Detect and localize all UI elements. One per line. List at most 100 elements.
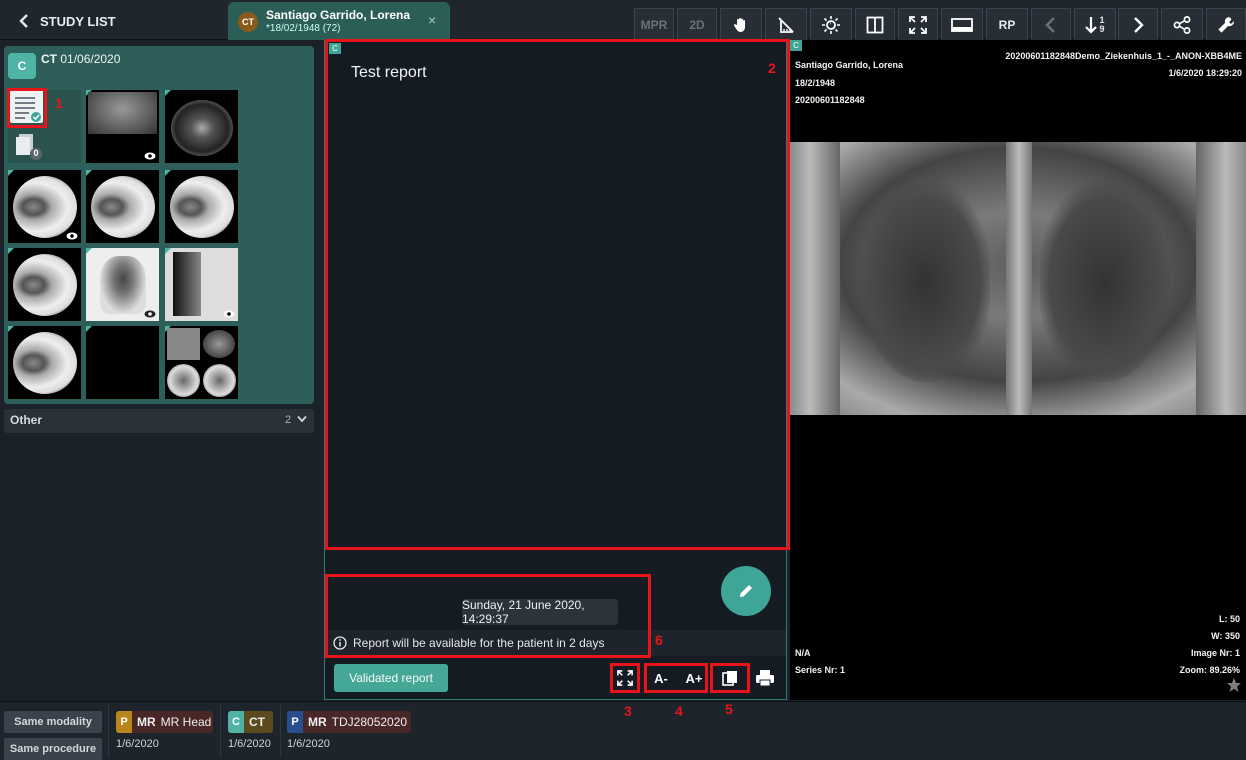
thumbnail-empty[interactable]	[86, 326, 159, 399]
other-label: Other	[10, 413, 43, 427]
overlay-zoom: Zoom: 89.26%	[1179, 665, 1240, 675]
overlay-patient-name: Santiago Garrido, Lorena	[795, 60, 904, 70]
star-icon[interactable]	[1226, 677, 1242, 693]
prior-study-1[interactable]: P MR MR Head	[116, 711, 213, 733]
share-button[interactable]	[1161, 8, 1203, 40]
prior-study-2[interactable]: C CT	[228, 711, 273, 733]
pan-button[interactable]	[720, 8, 762, 40]
measure-button[interactable]	[765, 8, 807, 40]
overlay-level: L: 50	[1218, 614, 1240, 624]
thumbnail-coronal[interactable]	[86, 248, 159, 321]
overlay-study-description: 20200601182848Demo_Ziekenhuis_1_-_ANON-X…	[1005, 51, 1242, 61]
lung-field	[1040, 182, 1170, 382]
chevron-left-icon	[19, 14, 28, 28]
overlay-image-nr: Image Nr: 1	[1190, 648, 1240, 658]
arm-shadow	[790, 142, 840, 415]
study-modality: CT	[41, 52, 57, 66]
scout-image	[88, 92, 157, 134]
eye-icon	[144, 310, 156, 318]
lung-field	[860, 182, 990, 382]
prior-badge: C	[228, 711, 244, 733]
annotation-number: 3	[624, 703, 632, 719]
overlay-patient-id: 20200601182848	[795, 95, 865, 105]
thumbnail-lung-2[interactable]	[86, 170, 159, 243]
mosaic-cell	[167, 364, 200, 397]
same-procedure-button[interactable]: Same procedure	[4, 738, 102, 760]
fullscreen-button[interactable]	[898, 8, 938, 40]
next-button[interactable]	[1118, 8, 1158, 40]
prior-modality: MR	[137, 715, 156, 729]
thumbnail-lung-5[interactable]	[8, 326, 81, 399]
patient-tab[interactable]: CT Santiago Garrido, Lorena *18/02/1948 …	[228, 2, 450, 40]
annotation-number: 2	[768, 60, 776, 76]
thumbnail-mosaic[interactable]	[165, 326, 238, 399]
prior-date: 1/6/2020	[228, 738, 271, 750]
modality-avatar: CT	[238, 12, 258, 32]
edit-report-button[interactable]	[721, 566, 771, 616]
series-sort-button[interactable]: 1 9	[1074, 8, 1116, 40]
attachment-count: 0	[33, 148, 39, 158]
share-icon	[1173, 15, 1191, 34]
divider	[108, 705, 109, 757]
annotation-box-5	[710, 663, 750, 693]
prior-study-3[interactable]: P MR TDJ28052020	[287, 711, 411, 733]
prior-modality: CT	[249, 715, 265, 729]
mpr-button[interactable]: MPR	[634, 8, 674, 40]
mosaic-cell	[203, 330, 235, 358]
other-count: 2	[285, 414, 307, 426]
2d-label: 2D	[689, 17, 705, 32]
study-list-button[interactable]: STUDY LIST	[18, 10, 116, 32]
viewport-corner-badge: C	[790, 40, 802, 51]
image-viewport[interactable]: C Santiago Garrido, Lorena 18/2/1948 202…	[790, 40, 1246, 700]
layout-button[interactable]	[855, 8, 895, 40]
attachments-button[interactable]: 0	[12, 130, 44, 162]
thumbnail-lung-3[interactable]	[165, 170, 238, 243]
arm-shadow	[1196, 142, 1246, 415]
overlay-series-nr: Series Nr: 1	[795, 665, 846, 675]
window-level-button[interactable]	[810, 8, 852, 40]
prior-description: TDJ28052020	[331, 715, 408, 729]
tools-button[interactable]	[1206, 8, 1246, 40]
pencil-icon	[740, 585, 752, 597]
screen-button[interactable]	[941, 8, 983, 40]
other-studies-bar[interactable]	[4, 409, 314, 433]
thumbnail-scout[interactable]	[86, 90, 159, 163]
axial-lung-image	[13, 254, 77, 316]
overlay-na: N/A	[795, 648, 811, 658]
prior-date: 1/6/2020	[287, 738, 330, 750]
validated-report-button[interactable]: Validated report	[334, 664, 448, 692]
2d-button[interactable]: 2D	[677, 8, 717, 40]
overlay-dob: 18/2/1948	[795, 78, 836, 88]
thumbnail-mediastinum[interactable]	[165, 90, 238, 163]
annotation-box-4	[644, 663, 708, 693]
chevron-down-icon	[297, 415, 307, 423]
wrench-icon	[1218, 16, 1234, 33]
print-report-button[interactable]	[754, 668, 776, 688]
annotation-box-1	[7, 88, 47, 128]
axial-lung-image	[13, 176, 77, 238]
spine-shadow	[1006, 142, 1032, 415]
thumbnail-sagittal[interactable]	[165, 248, 238, 321]
rp-button[interactable]: RP	[986, 8, 1028, 40]
thumbnail-lung-1[interactable]	[8, 170, 81, 243]
printer-icon	[756, 670, 774, 687]
mosaic-cell	[203, 364, 236, 397]
overlay-width: W: 350	[1211, 631, 1240, 641]
annotation-number: 1	[55, 95, 63, 111]
close-tab-icon[interactable]: ×	[428, 12, 436, 28]
same-modality-button[interactable]: Same modality	[4, 711, 102, 733]
chest-xray-image	[790, 142, 1246, 415]
prior-badge: P	[116, 711, 132, 733]
divider	[220, 705, 221, 757]
series-bottom: 9	[1099, 23, 1105, 34]
study-list-label: STUDY LIST	[40, 13, 116, 29]
chevron-left-icon	[1045, 16, 1055, 33]
previous-button[interactable]	[1031, 8, 1071, 40]
patient-name: Santiago Garrido, Lorena	[266, 8, 411, 22]
arrow-down-icon	[1085, 16, 1098, 34]
thumbnail-lung-4[interactable]	[8, 248, 81, 321]
expand-icon	[909, 15, 927, 34]
other-count-value: 2	[285, 414, 292, 426]
annotation-number: 5	[725, 701, 733, 717]
ruler-icon	[778, 16, 794, 33]
